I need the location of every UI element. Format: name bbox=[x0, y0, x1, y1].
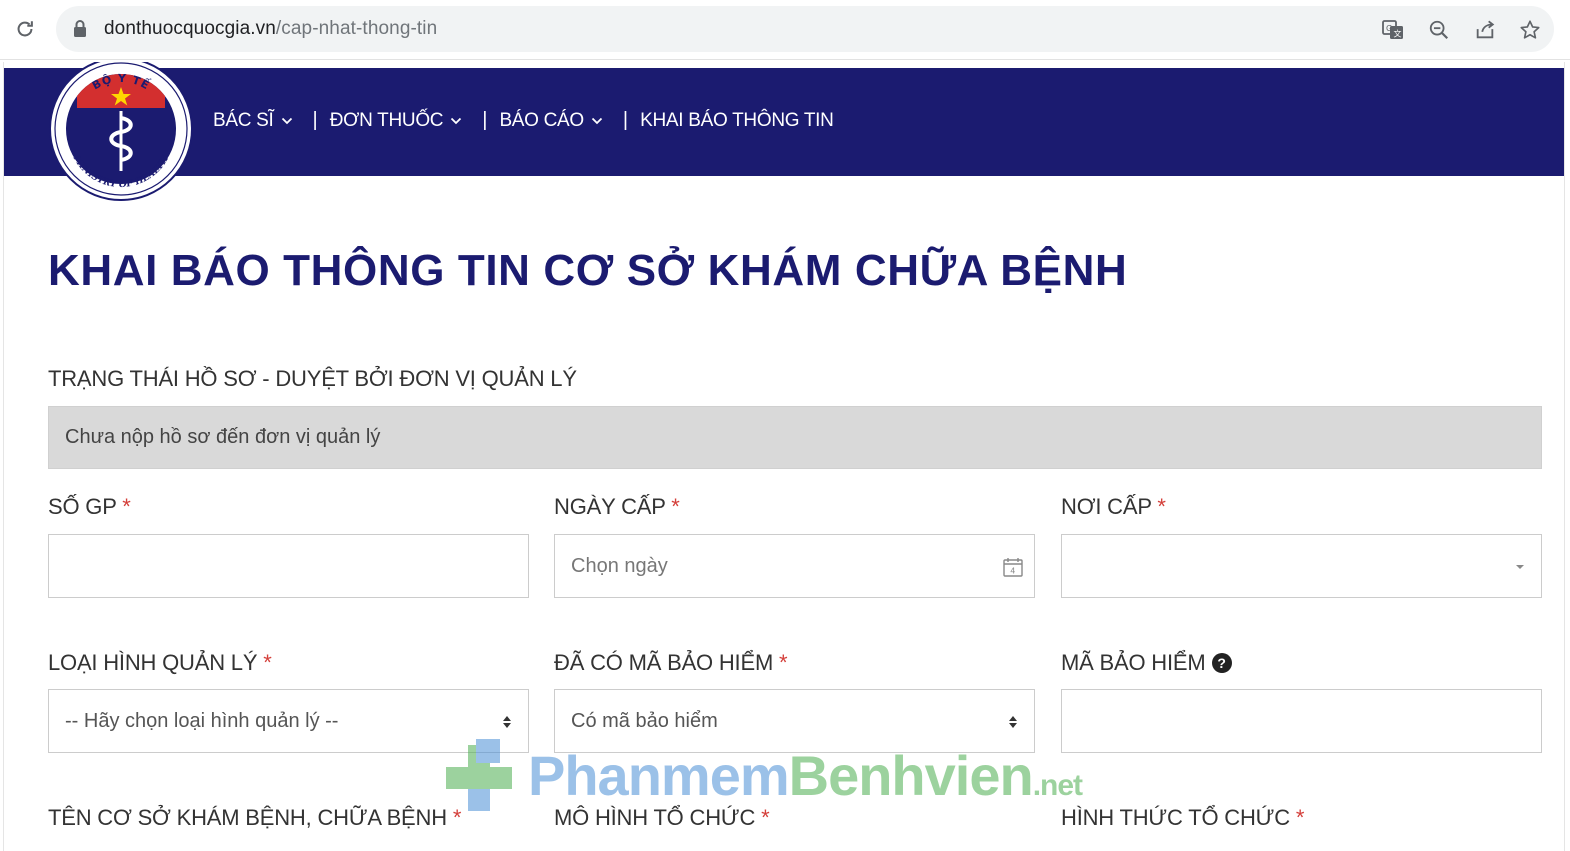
nav-item-don-thuoc[interactable]: ĐƠN THUỐC bbox=[330, 110, 463, 132]
label-text: MÃ BẢO HIỂM bbox=[1061, 650, 1206, 675]
select-arrows-icon bbox=[496, 710, 518, 734]
da-co-ma-select[interactable]: Có mã bảo hiểm bbox=[554, 689, 1035, 753]
nav-separator: | bbox=[482, 109, 488, 131]
ma-bao-hiem-label: MÃ BẢO HIỂM? bbox=[1061, 650, 1232, 676]
ministry-of-health-logo[interactable]: BỘ Y TẾ MINISTRY OF HEALTH bbox=[48, 62, 194, 202]
bookmark-star-icon[interactable] bbox=[1517, 17, 1543, 43]
required-mark: * bbox=[122, 494, 131, 519]
ngay-cap-placeholder: Chọn ngày bbox=[571, 555, 668, 577]
label-text: SỐ GP bbox=[48, 494, 117, 519]
url-text: donthuocquocgia.vn/cap-nhat-thong-tin bbox=[104, 18, 437, 40]
chevron-down-icon bbox=[451, 117, 462, 124]
loai-hinh-label: LOẠI HÌNH QUẢN LÝ * bbox=[48, 650, 272, 676]
mo-hinh-label: MÔ HÌNH TỔ CHỨC * bbox=[554, 805, 770, 831]
caret-down-icon bbox=[1509, 555, 1531, 579]
required-mark: * bbox=[779, 650, 788, 675]
ma-bao-hiem-input[interactable] bbox=[1061, 689, 1542, 753]
page-content: BÁC SĨ | ĐƠN THUỐC | BÁO CÁO | KHAI BÁO … bbox=[3, 62, 1565, 851]
nav-item-label: KHAI BÁO THÔNG TIN bbox=[640, 109, 834, 131]
required-mark: * bbox=[671, 494, 680, 519]
svg-text:4: 4 bbox=[1010, 567, 1015, 576]
chevron-down-icon bbox=[591, 117, 603, 124]
url-path: /cap-nhat-thong-tin bbox=[275, 18, 438, 39]
nav-item-label: ĐƠN THUỐC bbox=[329, 109, 444, 131]
label-text: MÔ HÌNH TỔ CHỨC bbox=[554, 805, 756, 830]
nav-menu: BÁC SĨ | ĐƠN THUỐC | BÁO CÁO | KHAI BÁO … bbox=[213, 109, 834, 132]
label-text: HÌNH THỨC TỔ CHỨC bbox=[1061, 805, 1290, 830]
help-icon[interactable]: ? bbox=[1211, 653, 1232, 673]
ngay-cap-datepicker[interactable]: Chọn ngày 4 bbox=[554, 534, 1035, 598]
nav-item-bao-cao[interactable]: BÁO CÁO bbox=[499, 109, 603, 132]
nav-item-khai-bao-thong-tin[interactable]: KHAI BÁO THÔNG TIN bbox=[640, 109, 834, 132]
label-text: TÊN CƠ SỞ KHÁM BỆNH, CHỮA BỆNH bbox=[48, 805, 447, 830]
status-box: Chưa nộp hồ sơ đến đơn vị quản lý bbox=[48, 406, 1542, 469]
calendar-icon[interactable]: 4 bbox=[1002, 555, 1024, 579]
svg-text:文: 文 bbox=[1394, 29, 1402, 39]
nav-item-bac-si[interactable]: BÁC SĨ bbox=[213, 110, 293, 132]
watermark-part2: Benhvien bbox=[788, 744, 1034, 807]
required-mark: * bbox=[761, 805, 770, 830]
ngay-cap-label: NGÀY CẤP * bbox=[554, 494, 680, 520]
chevron-down-icon bbox=[281, 117, 292, 124]
label-text: LOẠI HÌNH QUẢN LÝ bbox=[48, 650, 258, 675]
so-gp-label: SỐ GP * bbox=[48, 494, 131, 520]
select-arrows-icon bbox=[1002, 710, 1024, 734]
required-mark: * bbox=[263, 650, 272, 675]
url-host: donthuocquocgia.vn bbox=[104, 18, 276, 39]
label-text: ĐÃ CÓ MÃ BẢO HIỂM bbox=[554, 650, 774, 675]
da-co-ma-value: Có mã bảo hiểm bbox=[571, 710, 718, 732]
translate-icon[interactable]: G文 bbox=[1380, 17, 1406, 43]
zoom-icon[interactable] bbox=[1426, 17, 1452, 43]
loai-hinh-select[interactable]: -- Hãy chọn loại hình quản lý -- bbox=[48, 689, 529, 753]
svg-text:G: G bbox=[1386, 24, 1392, 33]
reload-icon[interactable] bbox=[10, 14, 40, 44]
noi-cap-select[interactable] bbox=[1061, 534, 1542, 598]
share-icon[interactable] bbox=[1472, 17, 1498, 43]
status-label: TRẠNG THÁI HỒ SƠ - DUYỆT BỞI ĐƠN VỊ QUẢN… bbox=[48, 366, 577, 391]
loai-hinh-value: -- Hãy chọn loại hình quản lý -- bbox=[65, 710, 339, 732]
nav-separator: | bbox=[312, 109, 318, 131]
nav-separator: | bbox=[622, 109, 629, 131]
so-gp-input[interactable] bbox=[48, 534, 529, 598]
page-title: KHAI BÁO THÔNG TIN CƠ SỞ KHÁM CHỮA BỆNH bbox=[48, 246, 1128, 295]
nav-item-label: BÁC SĨ bbox=[213, 109, 274, 131]
main-navbar: BÁC SĨ | ĐƠN THUỐC | BÁO CÁO | KHAI BÁO … bbox=[4, 68, 1564, 176]
required-mark: * bbox=[1157, 494, 1166, 519]
status-value: Chưa nộp hồ sơ đến đơn vị quản lý bbox=[65, 426, 381, 448]
label-text: NƠI CẤP bbox=[1061, 494, 1152, 519]
required-mark: * bbox=[452, 805, 462, 830]
label-text: NGÀY CẤP bbox=[554, 494, 666, 519]
browser-toolbar: donthuocquocgia.vn/cap-nhat-thong-tin G文 bbox=[0, 0, 1570, 60]
lock-icon[interactable] bbox=[72, 19, 90, 39]
nav-item-label: BÁO CÁO bbox=[499, 109, 584, 131]
required-mark: * bbox=[1295, 805, 1305, 830]
ten-co-so-label: TÊN CƠ SỞ KHÁM BỆNH, CHỮA BỆNH * bbox=[48, 805, 461, 831]
watermark-part3: .net bbox=[1032, 769, 1083, 802]
watermark-part1: Phanmem bbox=[528, 744, 790, 807]
address-bar[interactable]: donthuocquocgia.vn/cap-nhat-thong-tin G文 bbox=[56, 6, 1554, 52]
noi-cap-label: NƠI CẤP * bbox=[1061, 494, 1166, 520]
hinh-thuc-label: HÌNH THỨC TỔ CHỨC * bbox=[1061, 805, 1304, 831]
da-co-ma-label: ĐÃ CÓ MÃ BẢO HIỂM * bbox=[554, 650, 788, 676]
